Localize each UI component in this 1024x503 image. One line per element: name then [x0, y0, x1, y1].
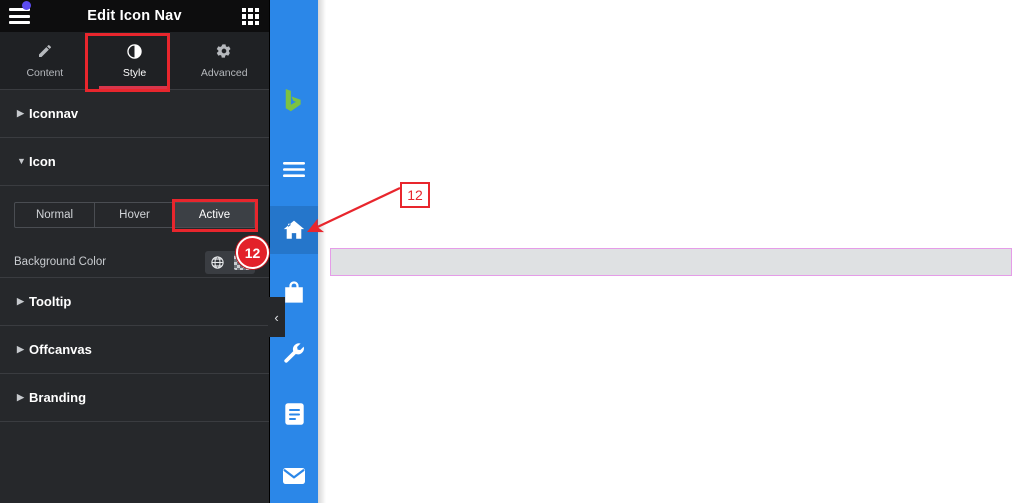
icon-nav-bar: [270, 0, 318, 503]
gear-icon: [216, 43, 232, 60]
tab-advanced-label: Advanced: [200, 66, 248, 79]
chevron-right-icon: ▶: [17, 108, 24, 118]
state-tab-hover[interactable]: Hover: [95, 203, 175, 227]
state-tab-hover-label: Hover: [119, 209, 150, 221]
section-iconnav-label: Iconnav: [29, 106, 79, 121]
state-tab-normal[interactable]: Normal: [15, 203, 95, 227]
selected-content-strip[interactable]: [330, 248, 1012, 276]
nav-item-menu[interactable]: [270, 146, 318, 194]
editor-panel: Edit Icon Nav Content Style Advanced ▶ I…: [0, 0, 270, 503]
tab-style-label: Style: [122, 66, 147, 79]
envelope-icon: [282, 466, 306, 486]
tab-advanced[interactable]: Advanced: [179, 32, 269, 89]
step-label-12: 12: [407, 187, 423, 203]
nav-item-brand-logo[interactable]: [270, 76, 318, 124]
notification-dot-icon: [22, 1, 31, 10]
tab-content-label: Content: [26, 66, 64, 79]
apps-grid-icon[interactable]: [242, 8, 259, 25]
hamburger-icon: [283, 161, 305, 179]
panel-collapse-handle[interactable]: ‹: [268, 297, 285, 337]
panel-header: Edit Icon Nav: [0, 0, 269, 32]
background-color-label: Background Color: [14, 256, 107, 268]
tab-style[interactable]: Style: [90, 32, 180, 89]
chevron-left-icon: ‹: [274, 309, 279, 325]
hamburger-icon[interactable]: [9, 8, 30, 24]
section-branding[interactable]: ▶ Branding: [0, 374, 269, 422]
icon-section-body: Normal Hover Active Background Color: [0, 186, 269, 278]
state-tab-normal-label: Normal: [35, 209, 74, 221]
globe-icon[interactable]: [205, 251, 230, 274]
chevron-down-icon: ▼: [17, 156, 26, 166]
icon-state-tabs: Normal Hover Active: [14, 199, 258, 232]
wrench-icon: [282, 341, 306, 365]
chevron-right-icon: ▶: [17, 296, 24, 306]
contrast-icon: [126, 43, 143, 60]
section-icon-label: Icon: [29, 154, 56, 169]
preview-canvas: [318, 0, 1024, 503]
section-offcanvas-label: Offcanvas: [29, 342, 92, 357]
page-title: Edit Icon Nav: [87, 8, 182, 24]
step-label-box-12: 12: [400, 182, 430, 208]
tab-content[interactable]: Content: [0, 32, 90, 89]
nav-item-docs[interactable]: [270, 390, 318, 438]
screen-root: Edit Icon Nav Content Style Advanced ▶ I…: [0, 0, 1024, 503]
home-icon: [282, 218, 306, 242]
section-offcanvas[interactable]: ▶ Offcanvas: [0, 326, 269, 374]
background-color-row: Background Color: [14, 250, 255, 274]
chevron-right-icon: ▶: [17, 392, 24, 402]
pencil-icon: [37, 43, 53, 60]
chevron-right-icon: ▶: [17, 344, 24, 354]
shopping-bag-icon: [283, 280, 305, 304]
nav-item-mail[interactable]: [270, 452, 318, 500]
document-icon: [284, 402, 305, 426]
section-tooltip-label: Tooltip: [29, 294, 72, 309]
section-iconnav[interactable]: ▶ Iconnav: [0, 90, 269, 138]
state-tab-active[interactable]: Active: [175, 203, 255, 227]
section-branding-label: Branding: [29, 390, 87, 405]
section-icon[interactable]: ▼ Icon: [0, 138, 269, 186]
section-tooltip[interactable]: ▶ Tooltip: [0, 278, 269, 326]
bing-logo-icon: [279, 85, 309, 115]
step-badge-label: 12: [244, 244, 261, 261]
step-badge-12: 12: [236, 236, 269, 269]
panel-tabs: Content Style Advanced: [0, 32, 269, 92]
state-tab-active-label: Active: [198, 209, 231, 221]
nav-item-home[interactable]: [270, 206, 318, 254]
